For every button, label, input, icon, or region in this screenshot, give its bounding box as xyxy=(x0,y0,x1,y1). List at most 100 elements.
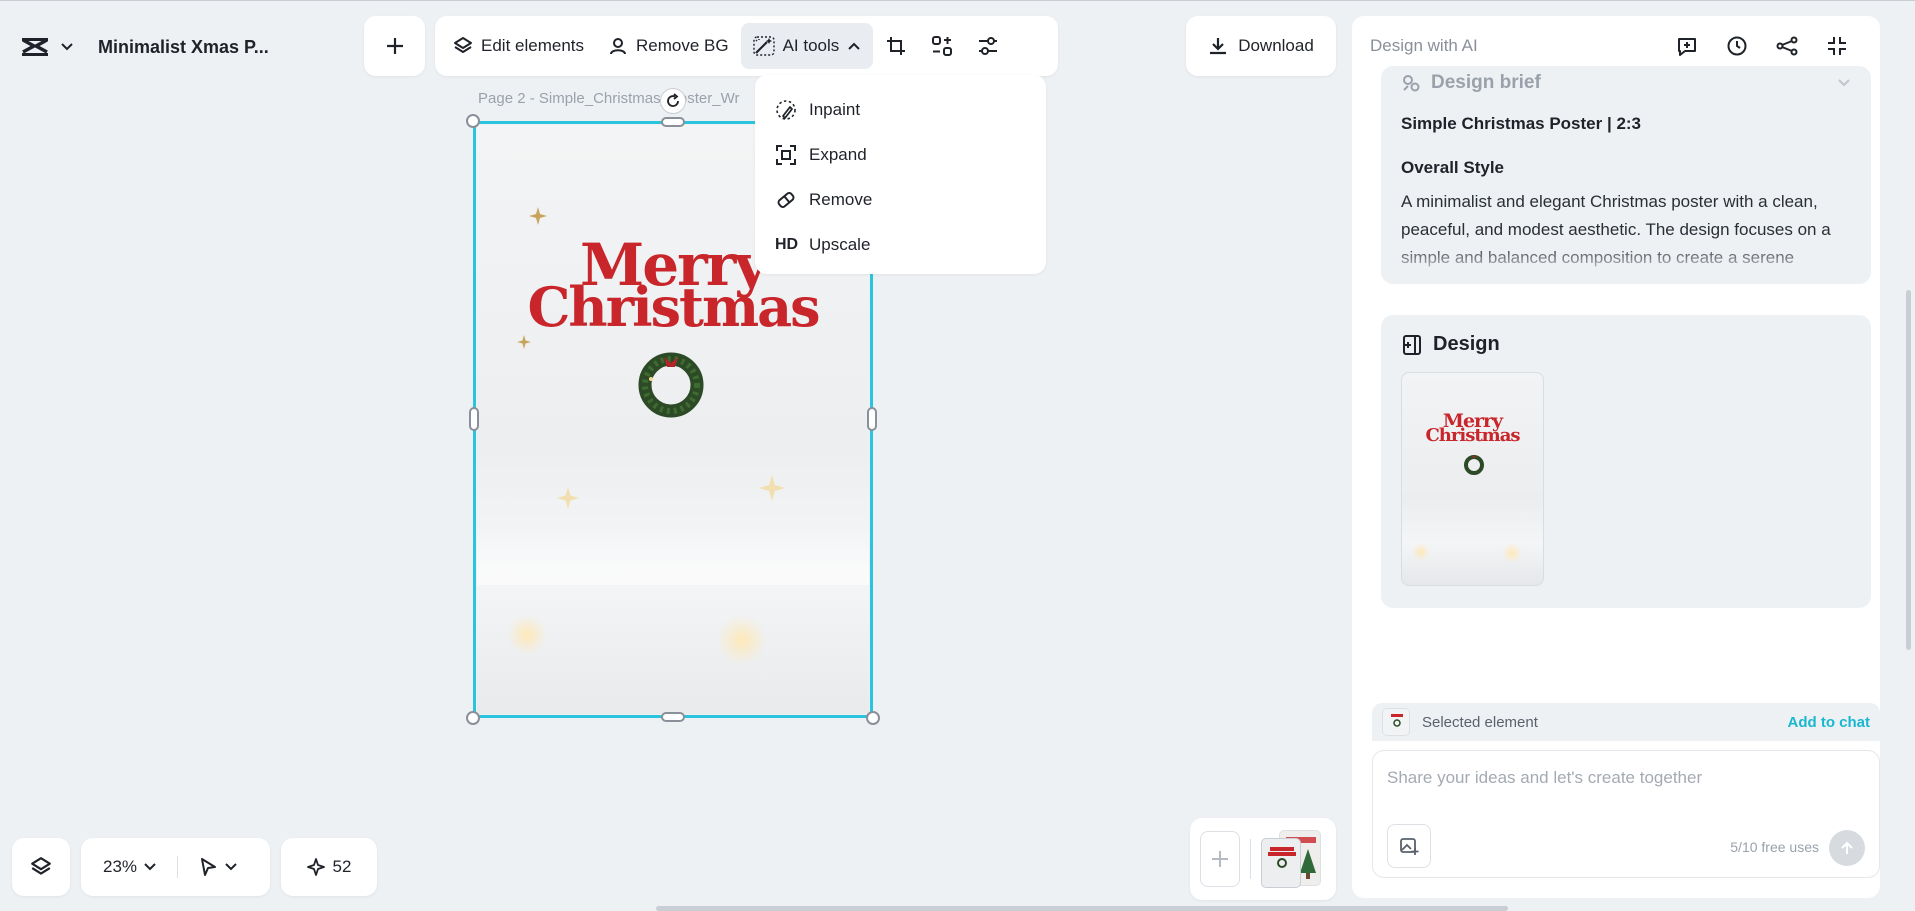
design-title: Design xyxy=(1433,333,1500,355)
menu-item-inpaint[interactable]: Inpaint xyxy=(755,87,1046,132)
resize-handle-top-left[interactable] xyxy=(466,114,480,128)
divider xyxy=(1250,839,1251,879)
layers-icon xyxy=(453,36,473,56)
crop-button[interactable] xyxy=(873,23,919,69)
remove-bg-button[interactable]: Remove BG xyxy=(596,23,741,69)
collapse-button[interactable] xyxy=(1812,23,1862,69)
top-border xyxy=(0,0,1915,1)
rotate-handle[interactable] xyxy=(660,88,686,114)
pointer-icon[interactable] xyxy=(198,857,218,877)
design-brief-header[interactable]: Design brief xyxy=(1401,72,1851,94)
design-thumbnail[interactable]: Merry Christmas xyxy=(1401,372,1544,586)
design-brief-card: Design brief Simple Christmas Poster | 2… xyxy=(1381,66,1871,284)
layers-button[interactable] xyxy=(12,838,70,896)
ai-tools-menu: Inpaint Expand Remove HD Upscale xyxy=(755,75,1046,274)
selected-element-row: Selected element Add to chat xyxy=(1372,703,1880,741)
page-thumbnails[interactable] xyxy=(1261,830,1323,888)
menu-item-label: Inpaint xyxy=(809,99,861,119)
page-label[interactable]: Page 2 - Simple_Christmas_Poster_Wr xyxy=(478,90,740,107)
resize-handle-bottom[interactable] xyxy=(661,712,685,722)
new-chat-icon xyxy=(1678,38,1696,56)
image-add-icon xyxy=(1399,836,1419,856)
document-header: Minimalist Xmas P... xyxy=(8,8,288,86)
chevron-down-icon[interactable] xyxy=(1837,78,1851,88)
history-icon xyxy=(1727,36,1747,56)
resize-handle-left[interactable] xyxy=(469,407,479,431)
plus-icon xyxy=(1210,849,1230,869)
share-button[interactable] xyxy=(1762,23,1812,69)
scan-object-icon xyxy=(931,35,953,57)
selected-element-label: Selected element xyxy=(1422,713,1538,731)
selected-element-thumbnail xyxy=(1382,708,1410,736)
download-icon xyxy=(1208,36,1228,56)
chevron-down-icon[interactable] xyxy=(60,42,74,52)
brief-icon xyxy=(1401,73,1421,93)
layers-icon xyxy=(30,856,52,878)
design-card: Design Merry Christmas xyxy=(1381,315,1871,608)
bokeh-light xyxy=(1412,543,1430,561)
edit-elements-button[interactable]: Edit elements xyxy=(441,23,596,69)
crop-icon xyxy=(885,35,907,57)
add-button[interactable] xyxy=(364,16,425,76)
plus-icon xyxy=(384,35,406,57)
sliders-icon xyxy=(977,35,999,57)
add-to-chat-link[interactable]: Add to chat xyxy=(1788,714,1871,731)
credits-badge[interactable]: 52 xyxy=(281,838,377,896)
zoom-value[interactable]: 23% xyxy=(103,857,137,877)
history-button[interactable] xyxy=(1712,23,1762,69)
fade-overlay xyxy=(1381,244,1871,284)
zoom-control: 23% xyxy=(81,838,270,896)
download-button[interactable]: Download xyxy=(1186,16,1336,76)
divider xyxy=(177,856,179,878)
image-upload-button[interactable] xyxy=(1387,824,1431,868)
person-icon xyxy=(608,36,628,56)
resize-handle-bottom-right[interactable] xyxy=(866,711,880,725)
horizontal-scrollbar[interactable] xyxy=(656,906,1508,911)
remove-bg-label: Remove BG xyxy=(636,36,729,55)
ai-tools-label: AI tools xyxy=(782,36,840,55)
vertical-scrollbar[interactable] xyxy=(1906,290,1911,650)
bokeh-light xyxy=(1502,543,1522,563)
menu-item-label: Upscale xyxy=(809,234,871,254)
chat-input[interactable] xyxy=(1387,765,1857,791)
brief-subtitle: Simple Christmas Poster | 2:3 xyxy=(1401,114,1642,133)
resize-handle-right[interactable] xyxy=(867,407,877,431)
wreath-icon xyxy=(1464,455,1484,475)
chevron-down-icon[interactable] xyxy=(224,862,238,872)
menu-item-remove[interactable]: Remove xyxy=(755,177,1046,222)
document-title[interactable]: Minimalist Xmas P... xyxy=(98,37,269,58)
arrow-up-icon xyxy=(1839,840,1855,856)
menu-item-label: Expand xyxy=(809,144,867,164)
download-label: Download xyxy=(1238,36,1314,55)
credits-count: 52 xyxy=(332,857,352,876)
smart-select-button[interactable] xyxy=(919,23,965,69)
resize-handle-bottom-left[interactable] xyxy=(466,711,480,725)
element-toolbar: Edit elements Remove BG AI tools xyxy=(435,16,1058,76)
add-page-button[interactable] xyxy=(1200,831,1240,887)
expand-icon xyxy=(775,144,797,166)
brief-style-heading: Overall Style xyxy=(1401,158,1505,177)
rotate-icon xyxy=(665,93,681,109)
capcut-logo-icon[interactable] xyxy=(20,36,50,58)
send-button[interactable] xyxy=(1829,830,1865,866)
thumb-title-line2: Christmas xyxy=(1425,425,1520,446)
page-strip xyxy=(1190,818,1336,900)
new-chat-button[interactable] xyxy=(1662,23,1712,69)
chevron-down-icon[interactable] xyxy=(143,862,157,872)
menu-item-upscale[interactable]: HD Upscale xyxy=(755,222,1046,267)
eraser-icon xyxy=(775,189,797,211)
resize-handle-top[interactable] xyxy=(661,117,685,127)
chat-composer: 5/10 free uses xyxy=(1372,750,1880,878)
panel-title: Design with AI xyxy=(1370,36,1478,55)
free-uses-counter: 5/10 free uses xyxy=(1730,839,1819,855)
share-icon xyxy=(1776,36,1798,56)
menu-item-expand[interactable]: Expand xyxy=(755,132,1046,177)
sparkle-icon xyxy=(306,858,325,876)
magic-wand-icon xyxy=(752,36,775,56)
page-thumbnail-2[interactable] xyxy=(1261,838,1301,888)
ai-tools-button[interactable]: AI tools xyxy=(740,23,874,69)
edit-elements-label: Edit elements xyxy=(481,36,584,55)
design-brief-title: Design brief xyxy=(1431,72,1541,93)
adjust-button[interactable] xyxy=(965,23,1011,69)
hd-icon: HD xyxy=(775,235,799,253)
